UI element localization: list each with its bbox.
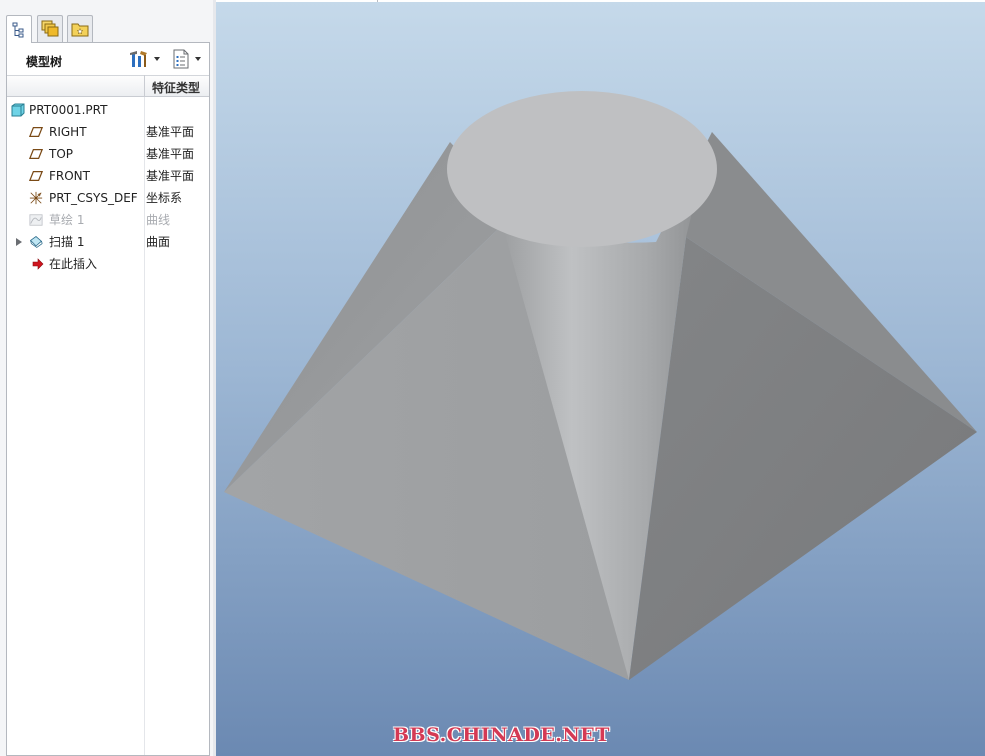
tree-item-top[interactable]: TOP 基准平面 <box>7 143 209 165</box>
datum-plane-icon <box>29 125 43 139</box>
part-icon <box>11 103 25 117</box>
tree-item-right[interactable]: RIGHT 基准平面 <box>7 121 209 143</box>
column-resize-handle[interactable] <box>144 75 145 97</box>
chevron-down-icon <box>154 57 160 61</box>
tree-item-type: 坐标系 <box>146 191 183 205</box>
tab-favorites[interactable] <box>67 15 93 42</box>
tree-show-icon <box>173 49 189 69</box>
sweep-icon <box>29 235 43 249</box>
tree-item-label: 在此插入 <box>49 257 98 271</box>
tree-settings-button[interactable] <box>129 49 167 69</box>
tree-item-front[interactable]: FRONT 基准平面 <box>7 165 209 187</box>
tab-model-tree[interactable] <box>6 15 32 43</box>
sketch-icon <box>29 213 43 227</box>
csys-icon <box>29 191 43 205</box>
tree-item-type: 曲线 <box>146 213 171 227</box>
graphics-viewport[interactable]: BBS.CHINADE.NET <box>216 2 985 756</box>
layers-icon <box>41 20 59 37</box>
tree-item-insert-here[interactable]: 在此插入 <box>7 253 209 275</box>
tree-item-label: FRONT <box>49 169 90 183</box>
column-header: 特征类型 <box>7 75 209 97</box>
watermark: BBS.CHINADE.NET <box>393 724 610 746</box>
column-header-feature-type[interactable]: 特征类型 <box>152 79 200 96</box>
tree-item-label: RIGHT <box>49 125 87 139</box>
expand-arrow-icon[interactable] <box>16 238 22 246</box>
model-tree-icon <box>12 22 24 37</box>
chevron-down-icon <box>195 57 201 61</box>
tree-item-sweep[interactable]: 扫描 1 曲面 <box>7 231 209 253</box>
tree-item-type: 基准平面 <box>146 125 195 139</box>
model-tree: 模型树 特征类型 PRT0001.PRT RIGHT 基准平面 TOP 基准平面… <box>6 42 210 756</box>
tree-show-button[interactable] <box>172 49 208 69</box>
datum-plane-icon <box>29 147 43 161</box>
model-tree-panel: 模型树 特征类型 PRT0001.PRT RIGHT 基准平面 TOP 基准平面… <box>0 0 213 756</box>
insert-here-arrow-icon[interactable] <box>31 257 45 271</box>
tree-toolbar: 模型树 <box>7 43 209 75</box>
tree-item-csys[interactable]: PRT_CSYS_DEF 坐标系 <box>7 187 209 209</box>
model-top-face <box>447 91 717 247</box>
tree-item-label: 草绘 1 <box>49 213 85 227</box>
tab-layers[interactable] <box>37 15 63 42</box>
tree-item-type: 基准平面 <box>146 169 195 183</box>
tree-root-label: PRT0001.PRT <box>29 103 108 117</box>
tree-item-type: 曲面 <box>146 235 171 249</box>
tree-root-part[interactable]: PRT0001.PRT <box>7 99 209 121</box>
tree-item-label: TOP <box>49 147 74 161</box>
datum-plane-icon <box>29 169 43 183</box>
tree-item-type: 基准平面 <box>146 147 195 161</box>
tree-item-label: PRT_CSYS_DEF <box>49 191 138 205</box>
sweep-model[interactable] <box>216 2 985 756</box>
favorites-folder-icon <box>71 23 89 37</box>
tree-settings-icon <box>130 51 147 67</box>
tree-item-sketch[interactable]: 草绘 1 曲线 <box>7 209 209 231</box>
tree-item-label: 扫描 1 <box>49 235 85 249</box>
tree-title: 模型树 <box>26 55 63 69</box>
